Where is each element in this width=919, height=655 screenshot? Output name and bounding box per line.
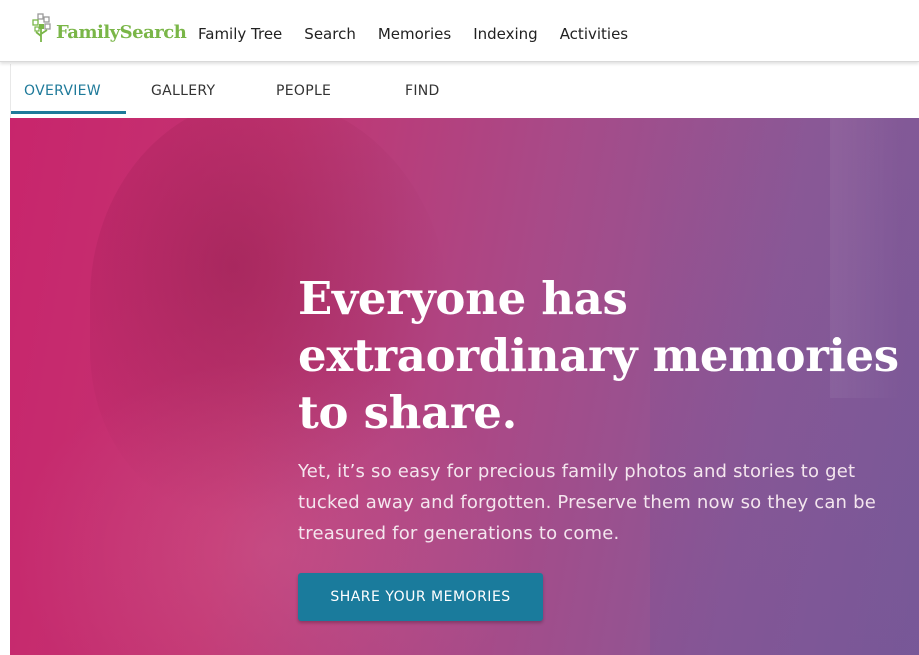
hero-title: Everyone has extraordinary memories to s… <box>298 270 918 441</box>
familysearch-logo[interactable]: FamilySearch <box>30 10 187 50</box>
tab-gallery[interactable]: GALLERY <box>151 82 215 100</box>
main-nav: Family Tree Search Memories Indexing Act… <box>198 24 650 44</box>
tab-people[interactable]: PEOPLE <box>276 82 331 100</box>
logo-text: FamilySearch <box>56 21 187 43</box>
top-header: FamilySearch Family Tree Search Memories… <box>0 0 919 62</box>
active-tab-indicator <box>11 111 126 114</box>
hero-title-line-2: extraordinary memories <box>298 329 899 382</box>
tab-find[interactable]: FIND <box>405 82 440 100</box>
family-tree-logo-icon <box>30 12 56 48</box>
nav-indexing[interactable]: Indexing <box>473 24 538 44</box>
nav-search[interactable]: Search <box>304 24 356 44</box>
hero-title-line-3: to share. <box>298 386 517 439</box>
memories-tabs: OVERVIEW GALLERY PEOPLE FIND <box>10 64 919 118</box>
share-your-memories-button[interactable]: SHARE YOUR MEMORIES <box>298 573 543 621</box>
nav-activities[interactable]: Activities <box>560 24 628 44</box>
tab-overview[interactable]: OVERVIEW <box>24 82 101 100</box>
nav-memories[interactable]: Memories <box>378 24 451 44</box>
hero-description: Yet, it’s so easy for precious family ph… <box>298 461 876 544</box>
nav-family-tree[interactable]: Family Tree <box>198 24 282 44</box>
hero-banner: Everyone has extraordinary memories to s… <box>10 118 919 655</box>
hero-title-line-1: Everyone has <box>298 272 628 325</box>
